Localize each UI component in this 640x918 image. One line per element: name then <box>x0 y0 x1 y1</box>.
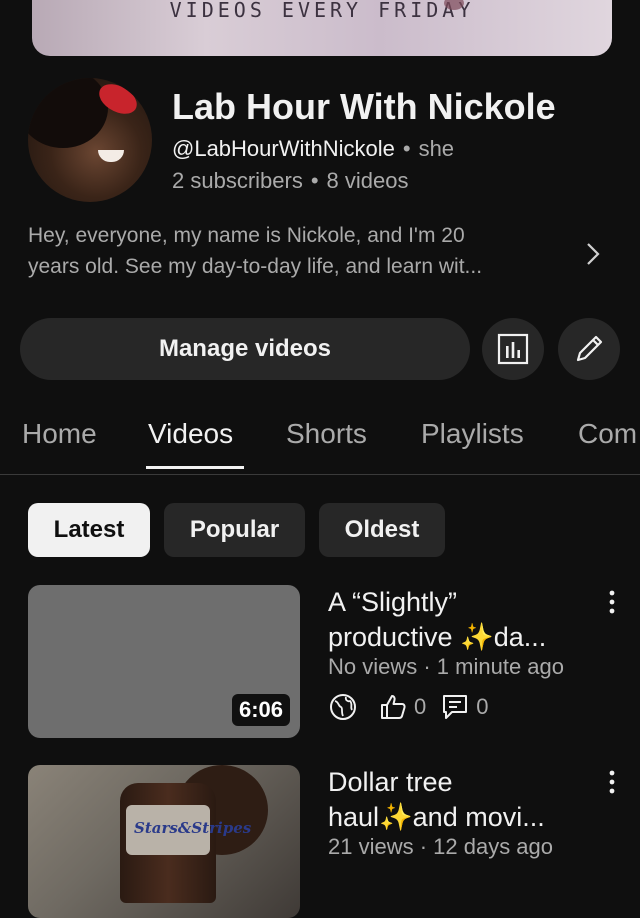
like-count: 0 <box>414 694 427 719</box>
channel-name: Lab Hour With Nickole <box>172 86 556 127</box>
video-title-line: A “Slightly” <box>328 587 458 617</box>
video-title[interactable]: A “Slightly” productive ✨da... <box>328 585 583 655</box>
filter-oldest[interactable]: Oldest <box>319 503 445 557</box>
chevron-right-icon[interactable] <box>584 240 602 268</box>
video-title[interactable]: Dollar tree haul✨and movi... <box>328 765 583 835</box>
thumbnail-label-text: Stars&Stripes <box>134 819 252 837</box>
channel-handle-line: @LabHourWithNickole • she <box>172 136 454 162</box>
subscriber-count: 2 subscribers <box>172 168 303 193</box>
more-options-icon[interactable] <box>604 768 620 798</box>
video-title-line: productive ✨da... <box>328 622 547 652</box>
thumbs-up-icon[interactable] <box>378 692 408 722</box>
separator-dot: • <box>402 136 411 161</box>
comment-count: 0 <box>476 694 489 719</box>
manage-videos-button[interactable]: Manage videos <box>20 318 470 380</box>
separator-dot: • <box>310 168 319 193</box>
edit-channel-button[interactable] <box>558 318 620 380</box>
avatar-smile <box>98 150 124 162</box>
channel-description[interactable]: Hey, everyone, my name is Nickole, and I… <box>28 220 568 282</box>
tab-playlists[interactable]: Playlists <box>421 418 524 450</box>
more-options-icon[interactable] <box>604 588 620 618</box>
channel-tabs: Home Videos Shorts Playlists Com <box>0 404 640 475</box>
video-actions: 0 0 <box>328 692 503 722</box>
tab-community[interactable]: Com <box>578 418 637 450</box>
tab-home[interactable]: Home <box>22 418 97 450</box>
channel-avatar[interactable] <box>28 78 152 202</box>
description-line: Hey, everyone, my name is Nickole, and I… <box>28 224 465 247</box>
video-meta: No views · 1 minute ago <box>328 654 564 679</box>
channel-banner: VIDEOS EVERY FRIDAY <box>32 0 612 56</box>
channel-stats: 2 subscribers • 8 videos <box>172 168 409 194</box>
thumbnail-label: Stars&Stripes <box>126 805 251 855</box>
avatar-hair <box>28 78 108 148</box>
active-tab-indicator <box>146 466 244 469</box>
description-line: years old. See my day-to-day life, and l… <box>28 255 483 278</box>
comment-icon[interactable] <box>440 692 470 722</box>
filter-popular[interactable]: Popular <box>164 503 305 557</box>
pencil-icon <box>576 335 603 362</box>
channel-handle: @LabHourWithNickole <box>172 136 395 161</box>
analytics-button[interactable] <box>482 318 544 380</box>
video-meta: 21 views · 12 days ago <box>328 834 554 859</box>
video-title-line: Dollar tree <box>328 767 453 797</box>
banner-text: VIDEOS EVERY FRIDAY <box>169 0 475 22</box>
tab-videos[interactable]: Videos <box>148 418 233 450</box>
globe-icon <box>330 694 356 720</box>
video-thumbnail[interactable]: Stars&Stripes <box>28 765 300 918</box>
analytics-icon <box>497 333 529 365</box>
video-count: 8 videos <box>326 168 409 193</box>
tab-shorts[interactable]: Shorts <box>286 418 367 450</box>
video-duration: 6:06 <box>231 694 290 726</box>
channel-pronouns: she <box>418 136 455 161</box>
video-title-line: haul✨and movi... <box>328 802 545 832</box>
video-thumbnail[interactable]: 6:06 <box>28 585 300 738</box>
filter-latest[interactable]: Latest <box>28 503 150 557</box>
